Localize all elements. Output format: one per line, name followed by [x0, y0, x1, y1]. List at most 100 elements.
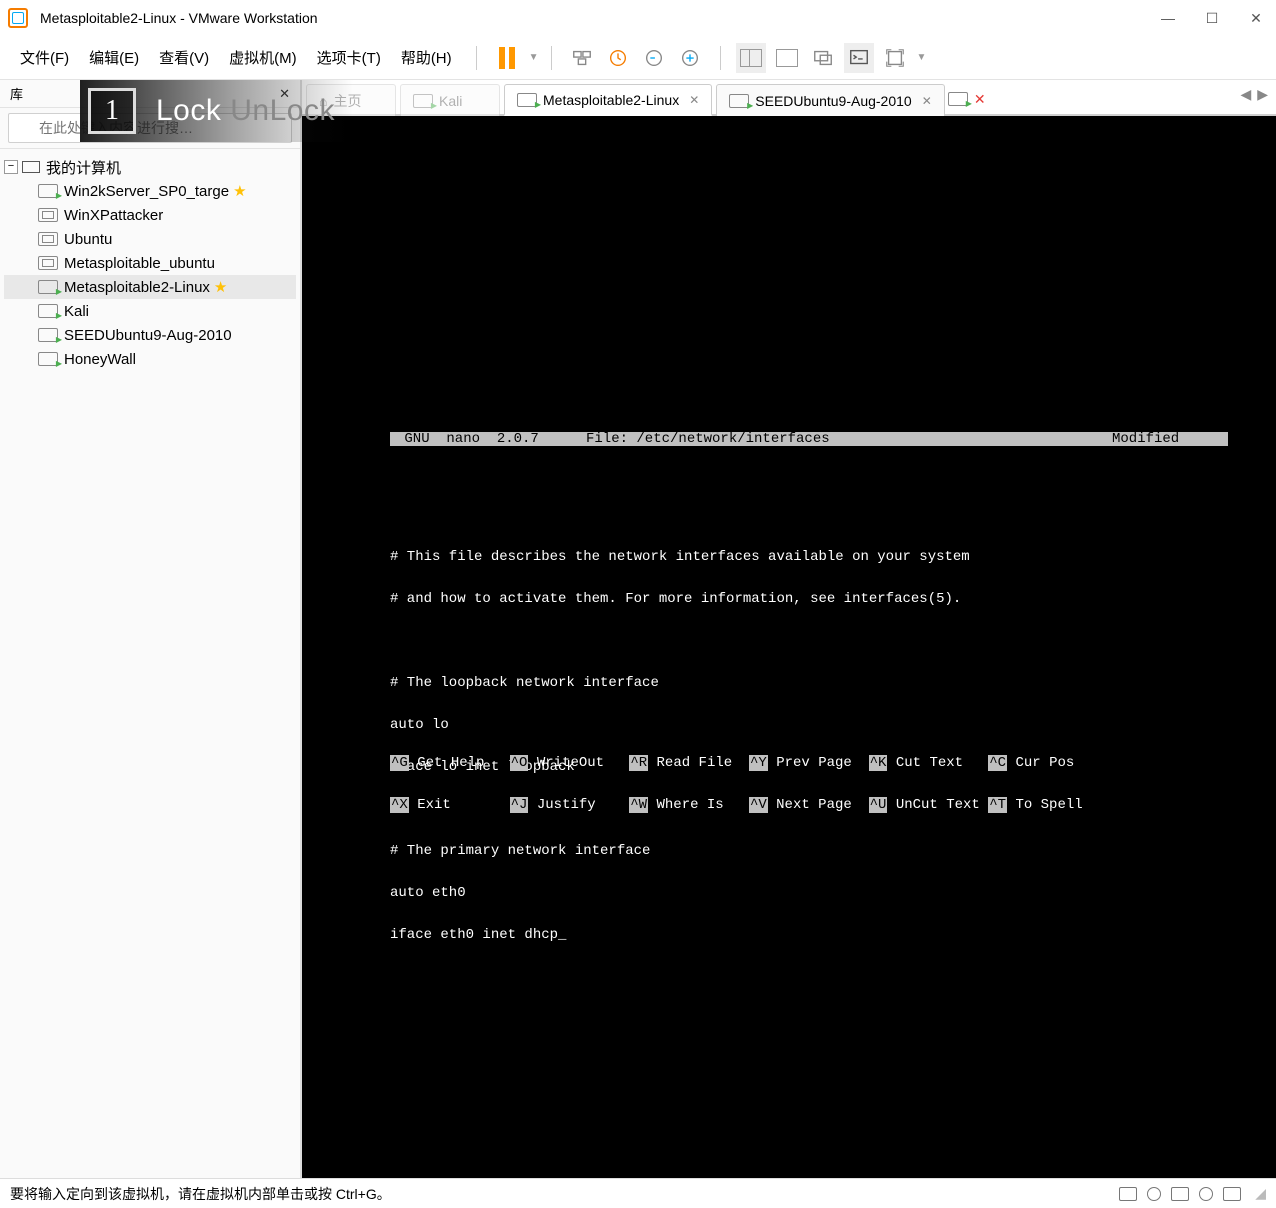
device-hdd-icon[interactable] — [1119, 1187, 1137, 1201]
maximize-button[interactable]: ☐ — [1200, 6, 1224, 30]
vm-item-metasploitable2[interactable]: Metasploitable2-Linux ★ — [4, 275, 296, 299]
tab-metasploitable2[interactable]: Metasploitable2-Linux ✕ — [504, 84, 712, 116]
window-title: Metasploitable2-Linux - VMware Workstati… — [40, 10, 1156, 26]
nano-key-label: Cur Pos — [1016, 755, 1075, 771]
collapse-icon[interactable]: − — [4, 160, 18, 174]
app-icon — [8, 8, 28, 28]
nano-key-label: Get Help — [417, 755, 484, 771]
vm-running-icon — [38, 280, 58, 294]
fullscreen-icon — [884, 47, 906, 69]
vm-running-icon — [729, 94, 749, 108]
tab-label: Kali — [439, 93, 462, 109]
vm-running-icon — [413, 94, 433, 108]
vm-item-ubuntu[interactable]: Ubuntu — [4, 227, 296, 251]
overlay-key-text: 1 — [105, 95, 119, 127]
vm-view: ⌂ 主页 Kali Metasploitable2-Linux ✕ SEEDUb… — [302, 80, 1276, 1178]
vm-item-win2k[interactable]: Win2kServer_SP0_targe ★ — [4, 179, 296, 203]
menu-view[interactable]: 查看(V) — [151, 43, 217, 72]
vm-running-icon — [38, 328, 58, 342]
device-cd-icon[interactable] — [1147, 1187, 1161, 1201]
vm-label: Metasploitable_ubuntu — [64, 255, 215, 272]
nano-key-label: Exit — [417, 797, 451, 813]
vm-item-meta-ubuntu[interactable]: Metasploitable_ubuntu — [4, 251, 296, 275]
nano-key-label: Next Page — [776, 797, 852, 813]
view-layout-2-button[interactable] — [772, 43, 802, 73]
vm-console[interactable]: GNU nano 2.0.7 File: /etc/network/interf… — [302, 116, 1276, 1178]
console-button[interactable] — [844, 43, 874, 73]
layout-single-icon — [776, 49, 798, 67]
device-usb-icon[interactable] — [1199, 1187, 1213, 1201]
window-controls: — ☐ ✕ — [1156, 6, 1268, 30]
tab-kali[interactable]: Kali — [400, 84, 500, 116]
snapshot-icon — [607, 47, 629, 69]
vm-off-icon — [38, 256, 58, 270]
tab-label: SEEDUbuntu9-Aug-2010 — [755, 93, 911, 109]
overlay-unlock-label: UnLock — [230, 94, 335, 127]
revert-icon — [643, 47, 665, 69]
nano-key-label: To Spell — [1015, 797, 1082, 813]
pause-button[interactable] — [492, 43, 522, 73]
device-net-icon[interactable] — [1171, 1187, 1189, 1201]
menu-tabs[interactable]: 选项卡(T) — [309, 43, 389, 72]
device-display-icon[interactable] — [1223, 1187, 1241, 1201]
menu-help[interactable]: 帮助(H) — [393, 43, 460, 72]
tree-root[interactable]: − 我的计算机 — [4, 155, 296, 179]
layout-multi-icon — [812, 47, 834, 69]
tab-seed[interactable]: SEEDUbuntu9-Aug-2010 ✕ — [716, 84, 945, 116]
tabs-row: ⌂ 主页 Kali Metasploitable2-Linux ✕ SEEDUb… — [302, 80, 1276, 116]
separator — [720, 46, 721, 70]
menu-file[interactable]: 文件(F) — [12, 43, 77, 72]
pause-icon — [499, 47, 515, 69]
view-layout-3-button[interactable] — [808, 43, 838, 73]
vm-off-icon — [38, 232, 58, 246]
lock-overlay: 1 Lock UnLock — [80, 80, 353, 142]
menu-edit[interactable]: 编辑(E) — [81, 43, 147, 72]
layout-split-icon — [740, 49, 762, 67]
nano-key-label: Cut Text — [896, 755, 963, 771]
vm-label: HoneyWall — [64, 351, 136, 368]
fullscreen-button[interactable] — [880, 43, 910, 73]
tab-prev-button[interactable]: ◀ — [1240, 86, 1251, 103]
sidebar-title: 库 — [10, 84, 23, 103]
tab-new[interactable]: ✕ — [949, 84, 985, 114]
tab-next-button[interactable]: ▶ — [1257, 86, 1268, 103]
overlay-lock-label: Lock — [156, 94, 221, 127]
resize-grip-icon[interactable]: ◢ — [1255, 1185, 1266, 1202]
vm-label: Ubuntu — [64, 231, 112, 248]
minimize-button[interactable]: — — [1156, 6, 1180, 30]
statusbar: 要将输入定向到该虚拟机，请在虚拟机内部单击或按 Ctrl+G。 ◢ — [0, 1178, 1276, 1208]
status-text: 要将输入定向到该虚拟机，请在虚拟机内部单击或按 Ctrl+G。 — [10, 1184, 391, 1204]
nano-line: # The primary network interface — [390, 844, 1228, 858]
keys-icon — [571, 47, 593, 69]
tab-close-button[interactable]: ✕ — [922, 94, 932, 108]
nano-line: auto eth0 — [390, 886, 1228, 900]
nano-modified: Modified — [1112, 432, 1222, 446]
send-ctrl-alt-del-button[interactable] — [567, 43, 597, 73]
nano-line: iface eth0 inet dhcp_ — [390, 928, 1228, 942]
vm-item-winxp[interactable]: WinXPattacker — [4, 203, 296, 227]
close-icon: ✕ — [974, 91, 986, 108]
nano-version: GNU nano 2.0.7 — [396, 432, 586, 446]
nano-key-label: Prev Page — [776, 755, 852, 771]
vm-item-seed[interactable]: SEEDUbuntu9-Aug-2010 — [4, 323, 296, 347]
revert-snapshot-button[interactable] — [639, 43, 669, 73]
snapshot-button[interactable] — [603, 43, 633, 73]
vm-item-kali[interactable]: Kali — [4, 299, 296, 323]
vm-label: Kali — [64, 303, 89, 320]
view-layout-1-button[interactable] — [736, 43, 766, 73]
close-button[interactable]: ✕ — [1244, 6, 1268, 30]
nano-line: # The loopback network interface — [390, 676, 1228, 690]
tab-close-button[interactable]: ✕ — [689, 93, 699, 107]
nano-line — [390, 634, 1228, 648]
power-dropdown[interactable]: ▼ — [529, 52, 539, 63]
vm-item-honeywall[interactable]: HoneyWall — [4, 347, 296, 371]
nano-key-label: WriteOut — [537, 755, 604, 771]
nano-line: # and how to activate them. For more inf… — [390, 592, 1228, 606]
status-icons: ◢ — [1119, 1185, 1266, 1202]
menu-vm[interactable]: 虚拟机(M) — [221, 43, 305, 72]
fullscreen-dropdown[interactable]: ▼ — [917, 52, 927, 63]
nano-key-label: Where Is — [657, 797, 724, 813]
manage-snapshots-button[interactable] — [675, 43, 705, 73]
nano-line: # This file describes the network interf… — [390, 550, 1228, 564]
tree-root-label: 我的计算机 — [46, 157, 121, 178]
